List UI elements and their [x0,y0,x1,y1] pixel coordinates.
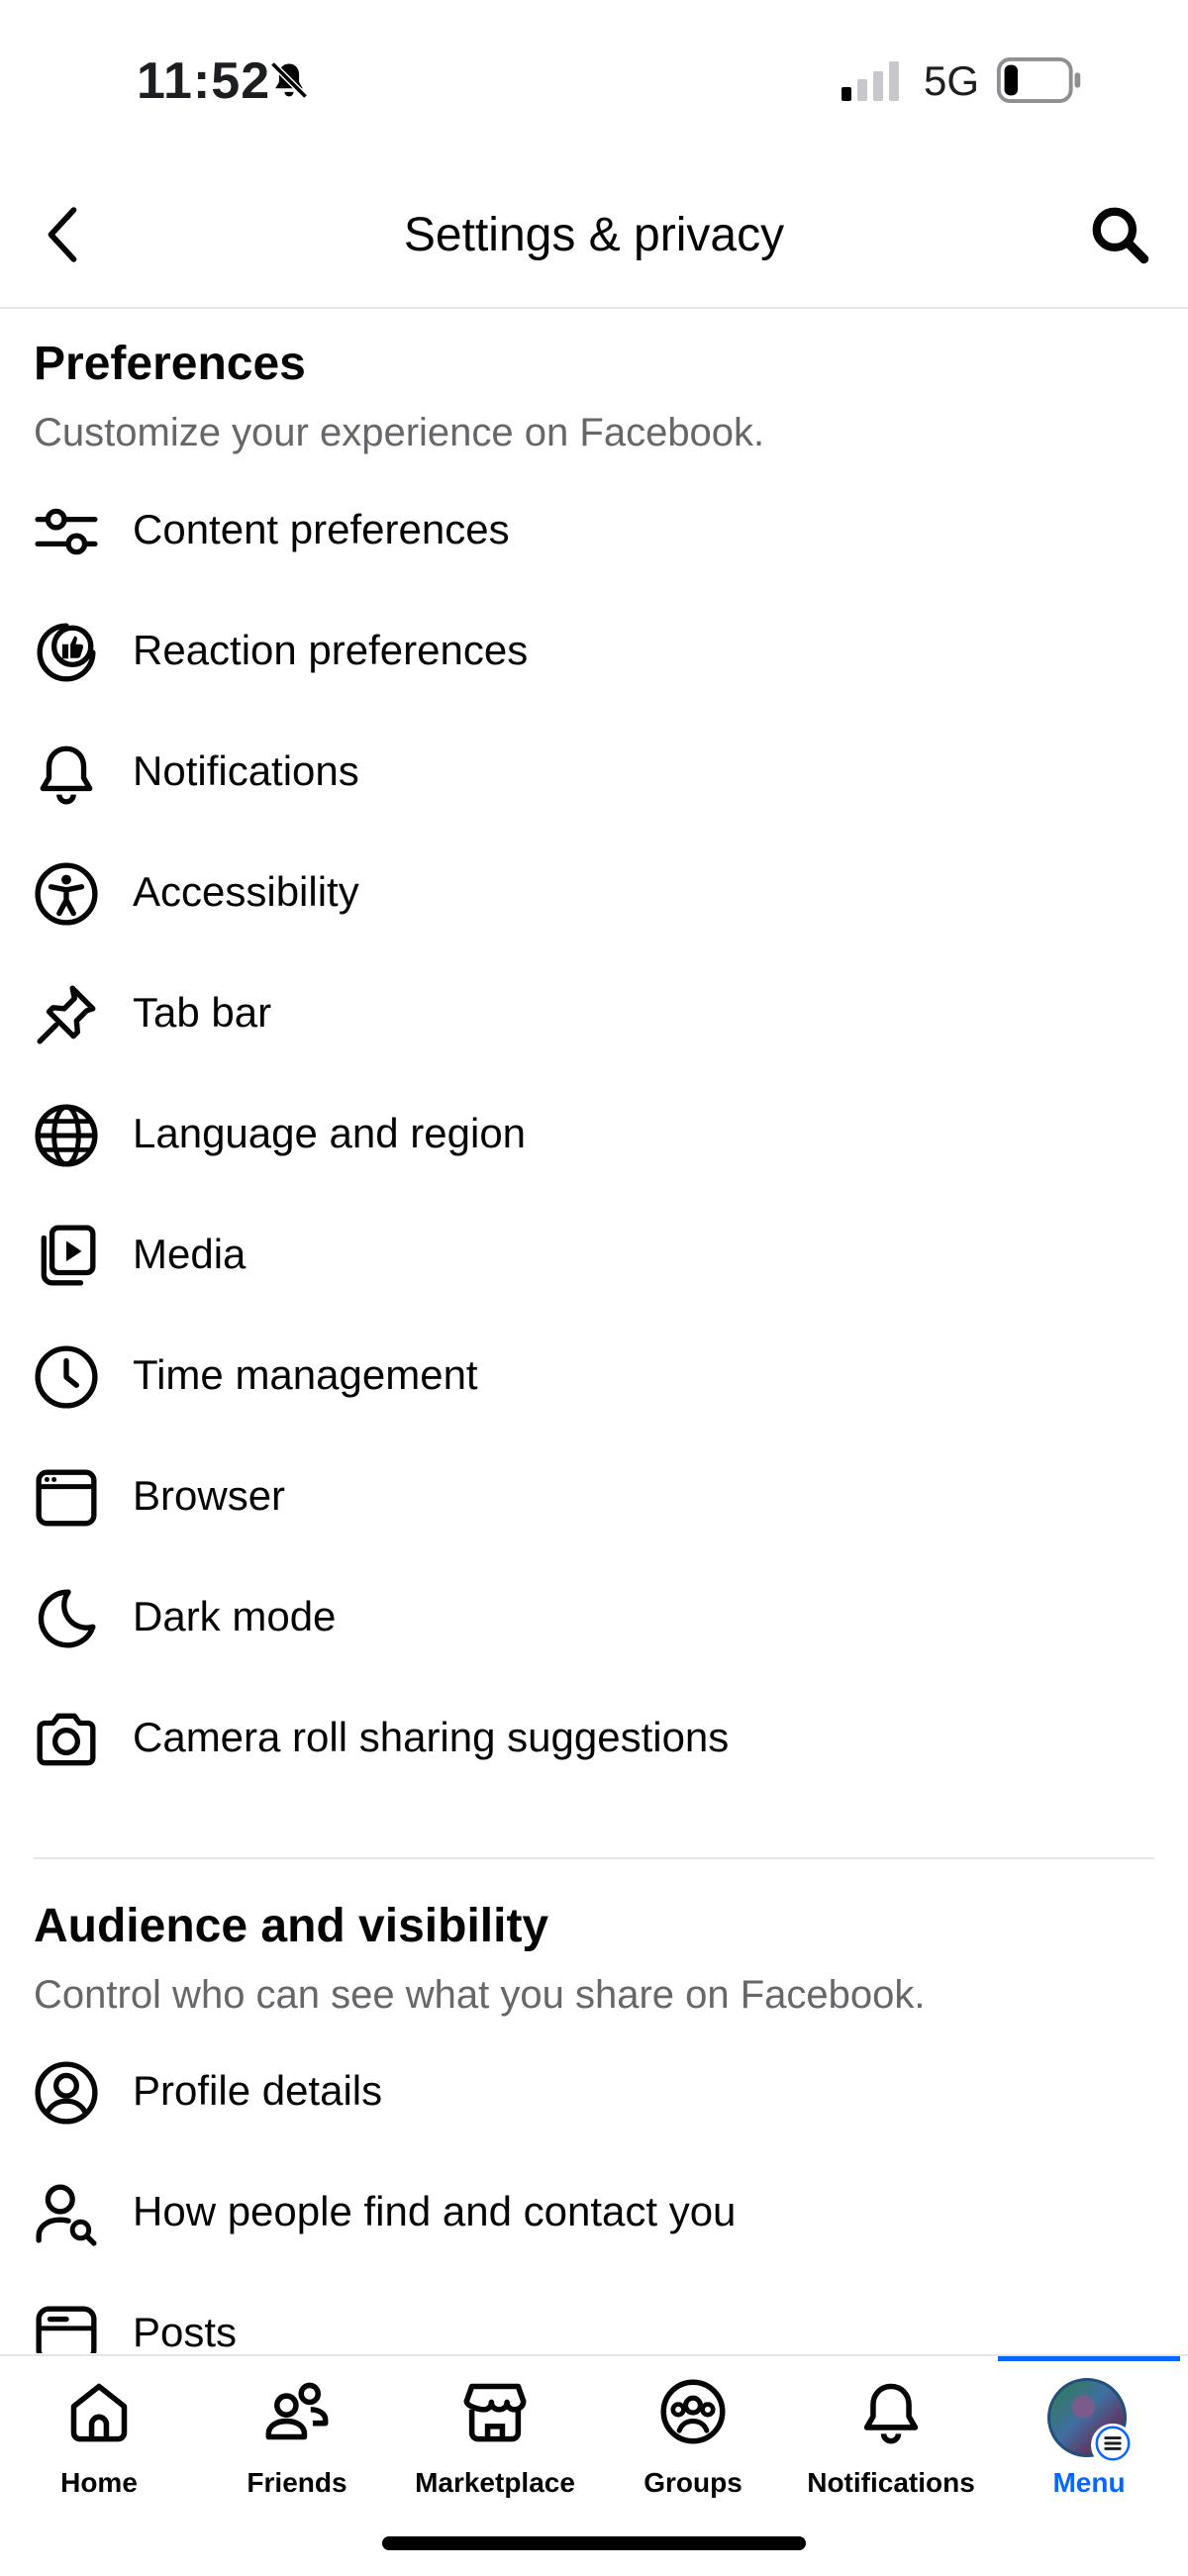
menu-item-posts[interactable]: Posts [34,2278,1154,2353]
menu-item-camera-roll[interactable]: Camera roll sharing suggestions [34,1683,1154,1792]
menu-item-profile-details[interactable]: Profile details [34,2036,1154,2145]
menu-item-label: Time management [133,1351,478,1398]
tab-label: Friends [247,2467,347,2498]
menu-item-label: Browser [133,1472,286,1519]
menu-item-dark-mode[interactable]: Dark mode [34,1562,1154,1671]
media-icon [41,1225,96,1286]
camera-icon [37,1713,96,1766]
sliders-icon [35,508,98,555]
menu-item-label: Camera roll sharing suggestions [133,1714,730,1760]
search-icon[interactable] [1089,202,1150,267]
tab-label: Marketplace [415,2467,575,2498]
section-subtitle: Control who can see what you share on Fa… [34,1973,926,2017]
menu-item-notifications[interactable]: Notifications [34,717,1154,826]
menu-item-label: Tab bar [133,989,272,1036]
accessibility-icon [35,862,98,926]
tab-friends[interactable]: Friends [198,2356,396,2534]
user-circle-icon [35,2061,98,2125]
network-type: 5G [924,57,980,104]
posts-icon [36,2306,97,2353]
home-icon [70,2383,128,2442]
menu-item-label: Posts [133,2309,238,2353]
menu-item-accessibility[interactable]: Accessibility [34,838,1154,946]
menu-item-tab-bar[interactable]: Tab bar [34,958,1154,1067]
menu-item-content-preferences[interactable]: Content preferences [34,475,1154,584]
header: Settings & privacy [0,158,1188,309]
menu-item-time-management[interactable]: Time management [34,1321,1154,1430]
groups-icon [660,2379,726,2444]
bell-icon [863,2383,919,2444]
tab-label: Notifications [807,2467,975,2498]
section-subtitle: Customize your experience on Facebook. [34,411,765,454]
menu-item-label: Content preferences [133,506,510,552]
menu-item-label: Notifications [133,747,359,794]
menu-item-label: Media [133,1231,247,1277]
globe-icon [35,1104,98,1167]
tab-home[interactable]: Home [0,2356,198,2534]
friends-icon [265,2382,329,2440]
thumbs-up-icon [37,623,96,682]
menu-item-label: How people find and contact you [133,2188,737,2234]
audience-section: Audience and visibility Control who can … [34,1899,1154,2018]
tab-marketplace[interactable]: Marketplace [396,2356,594,2534]
tab-menu[interactable]: Menu [990,2356,1188,2534]
menu-badge [1091,2424,1135,2467]
menu-lines-icon [1095,2426,1131,2461]
pin-icon [37,985,96,1044]
tab-label: Groups [644,2467,742,2498]
status-bar: 11:52 5G [0,0,1188,158]
menu-item-find-contact[interactable]: How people find and contact you [34,2157,1154,2266]
user-search-icon [36,2184,97,2246]
tab-label: Menu [1052,2467,1126,2498]
tab-groups[interactable]: Groups [594,2356,792,2534]
preferences-section: Preferences Customize your experience on… [34,337,1154,455]
tab-notifications[interactable]: Notifications [792,2356,990,2534]
menu-item-label: Accessibility [133,868,359,915]
section-title: Preferences [34,338,306,390]
signal-icon [842,61,899,101]
section-divider [34,1857,1154,1859]
moon-icon [38,1589,96,1648]
menu-item-reaction-preferences[interactable]: Reaction preferences [34,596,1154,705]
battery-icon [996,57,1081,103]
menu-item-label: Language and region [133,1110,527,1156]
tab-label: Home [60,2467,138,2498]
menu-item-language-region[interactable]: Language and region [34,1079,1154,1188]
menu-item-browser[interactable]: Browser [34,1441,1154,1550]
home-indicator [382,2536,806,2550]
audience-list: Profile details How people find and cont… [34,2036,1154,2353]
menu-item-label: Reaction preferences [133,627,529,673]
bell-off-icon [270,61,308,99]
status-time: 11:52 [137,52,271,110]
section-title: Audience and visibility [34,1900,549,1952]
menu-item-media[interactable]: Media [34,1200,1154,1309]
clock-icon [35,1345,98,1409]
menu-item-label: Profile details [133,2067,383,2114]
preferences-list: Content preferences Reaction preferences… [34,475,1154,1766]
page-title: Settings & privacy [403,209,785,261]
marketplace-icon [463,2383,527,2442]
bell-icon [40,745,93,805]
menu-item-label: Dark mode [133,1593,337,1639]
browser-icon [36,1469,97,1527]
